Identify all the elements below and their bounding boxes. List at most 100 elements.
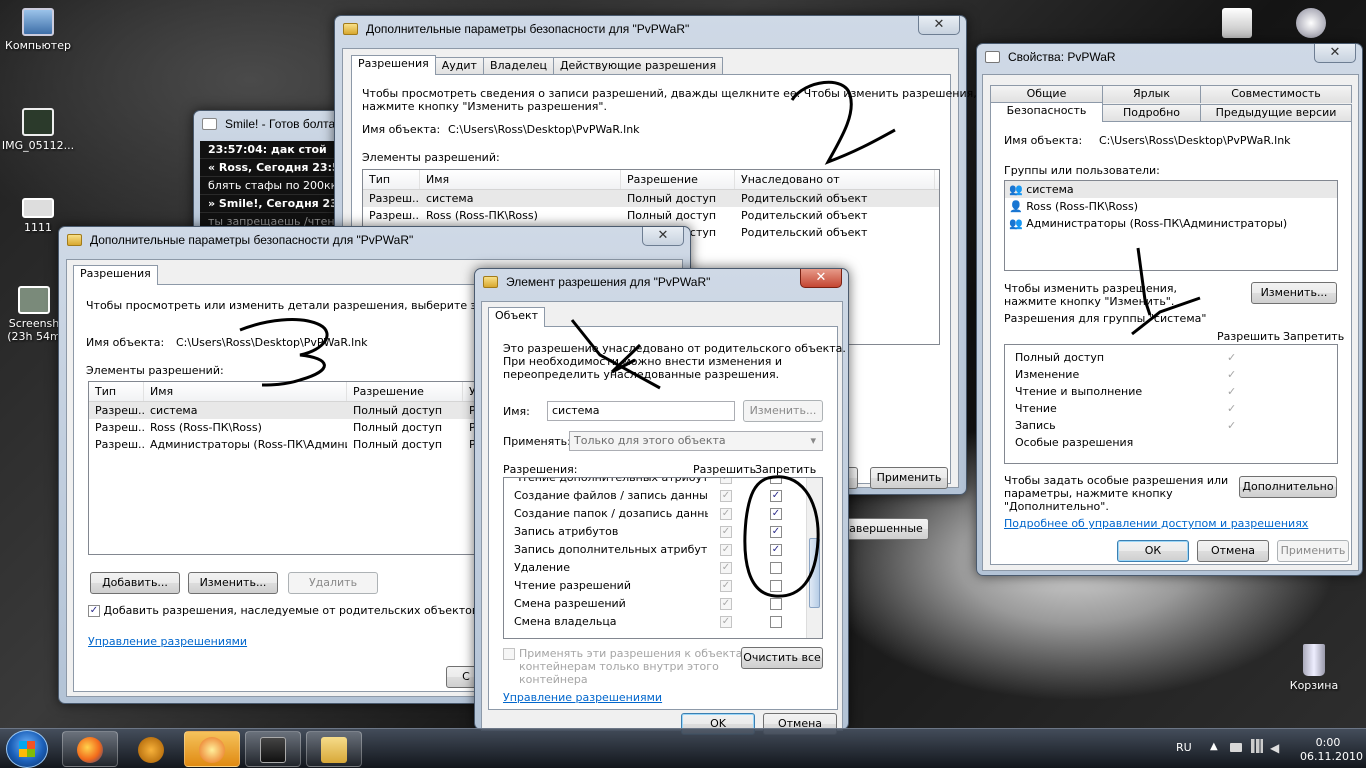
add-button[interactable]: Добавить...	[90, 572, 180, 594]
network-icon[interactable]	[1230, 743, 1242, 752]
effective-permissions-button[interactable]: авершенные	[843, 518, 929, 540]
apply-children-checkbox[interactable]	[503, 648, 515, 660]
permission-entry-window[interactable]: Элемент разрешения для "PvPWaR" ✕ Объект…	[474, 268, 849, 735]
advanced-button[interactable]: Дополнительно	[1239, 476, 1337, 498]
deny-checkbox[interactable]	[770, 562, 782, 574]
clock-date[interactable]: 06.11.2010	[1300, 750, 1363, 763]
tab-shortcut[interactable]: Ярлык	[1102, 85, 1201, 103]
deny-checkbox[interactable]: ✓	[770, 508, 782, 520]
allow-checkbox[interactable]: ✓	[720, 490, 732, 502]
deny-checkbox[interactable]	[770, 580, 782, 592]
column-header[interactable]: Унаследовано от	[735, 170, 935, 189]
edit-button[interactable]: Изменить...	[188, 572, 278, 594]
tab-compatibility[interactable]: Совместимость	[1200, 85, 1352, 103]
apply-children-option[interactable]	[503, 647, 515, 660]
list-item[interactable]: 👥 Администраторы (Ross-ПК\Администраторы…	[1005, 215, 1337, 232]
allow-checkbox[interactable]: ✓	[720, 562, 732, 574]
taskbar-explorer[interactable]	[306, 731, 362, 767]
apply-button[interactable]: Применить	[1277, 540, 1349, 562]
column-header[interactable]: Разрешение	[347, 382, 463, 401]
table-row[interactable]: Разреш... система Полный доступ Родительски…	[363, 190, 939, 207]
deny-checkbox[interactable]: ✓	[770, 544, 782, 556]
tab-details[interactable]: Подробно	[1102, 104, 1201, 122]
deny-checkbox[interactable]	[770, 616, 782, 628]
table-row[interactable]: Разреш... Ross (Ross-ПК\Ross) Полный досту…	[363, 207, 939, 224]
permission-row[interactable]: Создание файлов / запись данных ✓ ✓	[504, 487, 806, 505]
tab-object[interactable]: Объект	[488, 307, 546, 327]
groups-list[interactable]: 👥 система 👤 Ross (Ross-ПК\Ross) 👥 Админи…	[1004, 180, 1338, 271]
manage-permissions-link[interactable]: Управление разрешениями	[88, 635, 247, 648]
tab-owner[interactable]: Владелец	[482, 57, 554, 75]
column-header[interactable]: Тип	[89, 382, 144, 401]
allow-checkbox[interactable]: ✓	[720, 526, 732, 538]
taskbar-app[interactable]	[123, 731, 179, 767]
column-header[interactable]: Разрешение	[621, 170, 735, 189]
ok-button[interactable]: ОК	[1117, 540, 1189, 562]
inherit-option[interactable]: ✓ Добавить разрешения, наследуемые от ро…	[88, 604, 478, 617]
remove-button[interactable]: Удалить	[288, 572, 378, 594]
column-header[interactable]: Имя	[144, 382, 347, 401]
permission-row[interactable]: Запись атрибутов ✓ ✓	[504, 523, 806, 541]
allow-checkbox[interactable]: ✓	[720, 544, 732, 556]
tab-security[interactable]: Безопасность	[990, 102, 1103, 122]
close-button[interactable]: ✕	[642, 227, 684, 246]
properties-window[interactable]: Свойства: PvPWaR ✕ Общие Ярлык Совместим…	[976, 43, 1363, 576]
permission-row[interactable]: Смена разрешений ✓	[504, 595, 806, 613]
close-button[interactable]: ✕	[800, 269, 842, 288]
tab-effective-permissions[interactable]: Действующие разрешения	[552, 57, 724, 75]
tab-general[interactable]: Общие	[990, 85, 1103, 103]
language-indicator[interactable]: RU	[1176, 741, 1192, 754]
desktop-icon-computer[interactable]: Компьютер	[0, 8, 76, 52]
list-item[interactable]: 👤 Ross (Ross-ПК\Ross)	[1005, 198, 1337, 215]
tab-audit[interactable]: Аудит	[434, 57, 484, 75]
edit-button[interactable]: Изменить...	[1251, 282, 1337, 304]
cancel-button[interactable]: Отмена	[1197, 540, 1269, 562]
deny-checkbox[interactable]: ✓	[770, 526, 782, 538]
permission-row[interactable]: Удаление ✓	[504, 559, 806, 577]
permission-row[interactable]: Чтение дополнительных атрибутов ✓	[504, 478, 806, 487]
permission-row[interactable]: Создание папок / дозапись данных ✓ ✓	[504, 505, 806, 523]
close-button[interactable]: ✕	[1314, 44, 1356, 63]
name-field[interactable]: система	[547, 401, 735, 421]
tab-previous-versions[interactable]: Предыдущие версии	[1200, 104, 1352, 122]
allow-checkbox[interactable]: ✓	[720, 580, 732, 592]
taskbar-smile[interactable]	[184, 731, 240, 767]
apply-to-select[interactable]: Только для этого объекта ▾	[569, 431, 823, 451]
tray-chevron-icon[interactable]: ▲	[1210, 741, 1218, 752]
tab-permissions[interactable]: Разрешения	[73, 265, 158, 285]
shortcut-icon[interactable]	[1296, 8, 1326, 38]
clear-all-button[interactable]: Очистить все	[741, 647, 823, 669]
permission-row[interactable]: Запись дополнительных атрибутов ✓ ✓	[504, 541, 806, 559]
shortcut-icon[interactable]	[1222, 8, 1252, 38]
manage-permissions-link[interactable]: Управление разрешениями	[503, 691, 662, 704]
allow-checkbox[interactable]: ✓	[720, 616, 732, 628]
column-header[interactable]: Тип	[363, 170, 420, 189]
scrollbar-thumb[interactable]	[809, 538, 820, 608]
tab-permissions[interactable]: Разрешения	[351, 55, 436, 75]
clock-time[interactable]: 0:00	[1300, 736, 1356, 749]
column-header[interactable]: Имя	[420, 170, 621, 189]
list-item[interactable]: 👥 система	[1005, 181, 1337, 198]
apply-button[interactable]: Применить	[870, 467, 948, 489]
signal-icon[interactable]	[1251, 739, 1263, 753]
taskbar-game[interactable]	[245, 731, 301, 767]
desktop-icon-recycle-bin[interactable]: Корзина	[1276, 644, 1352, 692]
deny-checkbox[interactable]: ✓	[770, 490, 782, 502]
close-button[interactable]: ✕	[918, 16, 960, 35]
taskbar-firefox[interactable]	[62, 731, 118, 767]
allow-checkbox[interactable]: ✓	[720, 598, 732, 610]
deny-checkbox[interactable]	[770, 598, 782, 610]
volume-icon[interactable]: ◀	[1270, 741, 1279, 755]
change-button[interactable]: Изменить...	[743, 400, 823, 422]
access-control-link[interactable]: Подробнее об управлении доступом и разре…	[1004, 517, 1308, 530]
allow-checkbox[interactable]: ✓	[720, 508, 732, 520]
deny-checkbox[interactable]	[770, 478, 782, 484]
desktop-icon-image[interactable]: IMG_05112...	[0, 108, 76, 152]
permissions-list[interactable]: Чтение дополнительных атрибутов ✓ Создание…	[503, 477, 823, 639]
allow-checkbox[interactable]: ✓	[720, 478, 732, 484]
start-button[interactable]	[6, 730, 48, 768]
permission-row[interactable]: Чтение разрешений ✓	[504, 577, 806, 595]
permission-row[interactable]: Смена владельца ✓	[504, 613, 806, 631]
inherit-checkbox[interactable]: ✓	[88, 605, 100, 617]
scrollbar[interactable]	[806, 478, 822, 638]
